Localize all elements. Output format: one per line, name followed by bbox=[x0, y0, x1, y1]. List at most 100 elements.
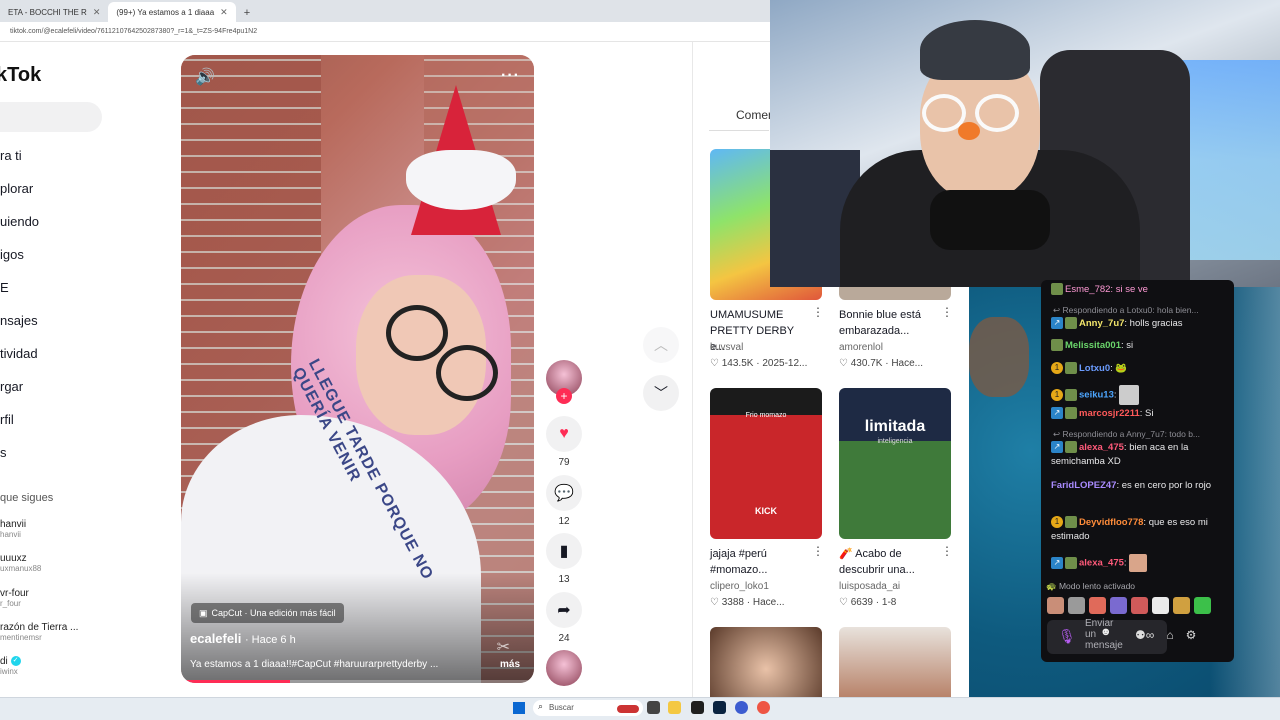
badge-icon bbox=[1065, 389, 1077, 401]
browser-tab-tiktok[interactable]: (99+) Ya estamos a 1 diaaa ✕ bbox=[108, 2, 236, 22]
microphone-icon[interactable]: 🎙 bbox=[1058, 628, 1076, 645]
sound-avatar[interactable] bbox=[546, 650, 582, 686]
store-icon[interactable]: ⌂ bbox=[1166, 628, 1173, 642]
follow-plus-icon[interactable]: + bbox=[556, 388, 572, 404]
video-thumbnail[interactable]: limitada inteligencia bbox=[839, 388, 951, 539]
nav-for-you[interactable]: ra ti bbox=[0, 148, 22, 163]
capcut-badge[interactable]: ▣ CapCut · Una edición más fácil bbox=[191, 603, 344, 623]
next-video-button[interactable]: ﹀ bbox=[643, 375, 679, 411]
badge-icon bbox=[1065, 441, 1077, 454]
emote-icon bbox=[1129, 554, 1148, 572]
video-player[interactable]: LLEGUE TARDE PORQUE NO QUERÍA VENIR 🔊 ··… bbox=[181, 55, 534, 683]
chat-user[interactable]: Deyvidfloo778 bbox=[1079, 517, 1143, 528]
previous-video-button[interactable]: ︿ bbox=[643, 327, 679, 363]
nav-explore[interactable]: plorar bbox=[0, 181, 33, 196]
video-author[interactable]: clipero_loko1 bbox=[710, 581, 769, 592]
save-button[interactable]: ▮ bbox=[546, 533, 582, 569]
following-account[interactable]: hanvii hanvii bbox=[0, 519, 100, 539]
emote-icon[interactable] bbox=[1110, 597, 1127, 614]
cam-glasses-filter bbox=[975, 94, 1019, 132]
nav-profile[interactable]: rfil bbox=[0, 412, 14, 427]
emote-icon[interactable] bbox=[1047, 597, 1064, 614]
more-caption-button[interactable]: más bbox=[500, 659, 520, 670]
new-tab-button[interactable]: + bbox=[236, 7, 258, 22]
more-options-icon[interactable]: ··· bbox=[501, 67, 520, 85]
emote-icon[interactable] bbox=[1152, 597, 1169, 614]
video-progress-bar[interactable] bbox=[181, 680, 534, 683]
following-account[interactable]: vr-four r_four bbox=[0, 588, 100, 608]
taskbar-app-icon[interactable] bbox=[691, 701, 704, 714]
chat-user[interactable]: Anny_7u7 bbox=[1079, 318, 1124, 329]
chat-user[interactable]: alexa_475 bbox=[1079, 442, 1124, 453]
video-author[interactable]: amorenlol bbox=[839, 342, 883, 353]
chat-message: ↗ alexa_475: bien aca en la semichamba XD bbox=[1051, 441, 1229, 469]
video-frame-glasses bbox=[386, 305, 448, 361]
file-explorer-icon[interactable] bbox=[668, 701, 681, 714]
more-vertical-icon[interactable]: ⋮ bbox=[941, 544, 953, 558]
chrome-icon[interactable] bbox=[757, 701, 770, 714]
close-icon[interactable]: ✕ bbox=[220, 7, 228, 18]
video-thumbnail[interactable] bbox=[710, 627, 822, 697]
nav-live[interactable]: E bbox=[0, 280, 9, 295]
video-frame-bow bbox=[406, 150, 516, 210]
following-account[interactable]: razón de Tierra ... mentinemsr bbox=[0, 622, 100, 642]
video-author[interactable]: kuvsval bbox=[710, 342, 743, 353]
video-author[interactable]: ecalefeli · Hace 6 h bbox=[190, 631, 296, 646]
tiktok-logo[interactable]: kTok bbox=[0, 64, 41, 87]
tab-comments[interactable]: Comen bbox=[736, 108, 775, 122]
nav-messages[interactable]: nsajes bbox=[0, 313, 38, 328]
heart-icon: ♥ bbox=[559, 425, 569, 442]
comment-button[interactable]: 💬 bbox=[546, 475, 582, 511]
chat-user[interactable]: marcosjr2211 bbox=[1079, 408, 1140, 419]
following-account[interactable]: uuuxz uxmanux88 bbox=[0, 553, 100, 573]
emoji-icon[interactable]: ☻ bbox=[1100, 626, 1112, 638]
video-author[interactable]: luisposada_ai bbox=[839, 581, 900, 592]
search-input[interactable] bbox=[0, 102, 102, 132]
chat-user[interactable]: Esme_782: si se ve bbox=[1065, 284, 1148, 295]
following-account[interactable]: di ✓ iwinx bbox=[0, 656, 100, 676]
more-vertical-icon[interactable]: ⋮ bbox=[812, 544, 824, 558]
chevron-up-icon: ︿ bbox=[654, 337, 668, 353]
task-view-icon[interactable] bbox=[647, 701, 660, 714]
account-name: vr-four bbox=[0, 588, 29, 599]
badge-icon: 1 bbox=[1051, 516, 1063, 529]
chat-user[interactable]: seiku13 bbox=[1079, 390, 1114, 401]
browser-tab-bocchi[interactable]: ETA - BOCCHI THE R ✕ bbox=[0, 2, 108, 22]
webcam-overlay bbox=[770, 0, 1280, 287]
discord-icon[interactable] bbox=[735, 701, 748, 714]
more-vertical-icon[interactable]: ⋮ bbox=[812, 305, 824, 319]
nav-more[interactable]: s bbox=[0, 445, 7, 460]
like-button[interactable]: ♥ bbox=[546, 416, 582, 452]
video-title[interactable]: 🧨 Acabo de descubrir una... bbox=[839, 546, 939, 578]
thumbnail-sub: inteligencia bbox=[877, 438, 913, 445]
video-thumbnail[interactable]: Frio momazo KICK bbox=[710, 388, 822, 539]
more-vertical-icon[interactable]: ⋮ bbox=[941, 305, 953, 319]
video-title[interactable]: Bonnie blue está embarazada... bbox=[839, 307, 939, 339]
windows-start-icon[interactable] bbox=[513, 702, 525, 714]
chat-text: : bbox=[1110, 363, 1113, 374]
emote-icon[interactable] bbox=[1173, 597, 1190, 614]
photoshop-icon[interactable] bbox=[713, 701, 726, 714]
chat-user[interactable]: Lotxu0 bbox=[1079, 363, 1110, 374]
close-icon[interactable]: ✕ bbox=[93, 7, 101, 18]
share-button[interactable]: ➦ bbox=[546, 592, 582, 628]
chat-user[interactable]: FaridLOPEZ47 bbox=[1051, 480, 1116, 491]
volume-icon[interactable]: 🔊 bbox=[195, 67, 215, 87]
following-accounts-header: que sigues bbox=[0, 492, 54, 504]
video-thumbnail[interactable] bbox=[839, 627, 951, 697]
emote-icon[interactable] bbox=[1089, 597, 1106, 614]
nav-friends[interactable]: igos bbox=[0, 247, 24, 262]
chat-user[interactable]: alexa_475 bbox=[1079, 558, 1124, 569]
emote-icon[interactable] bbox=[1131, 597, 1148, 614]
chat-user[interactable]: Melissita001 bbox=[1065, 340, 1121, 351]
emote-icon[interactable] bbox=[1068, 597, 1085, 614]
video-title[interactable]: jajaja #perú #momazo... bbox=[710, 546, 810, 578]
nav-upload[interactable]: rgar bbox=[0, 379, 23, 394]
nav-activity[interactable]: tividad bbox=[0, 346, 38, 361]
gear-icon[interactable]: ⚙ bbox=[1186, 628, 1197, 642]
address-bar[interactable]: tiktok.com/@ecalefeli/video/761121076425… bbox=[0, 22, 770, 42]
points-icon[interactable]: ⚉∞ bbox=[1135, 628, 1154, 642]
emote-icon[interactable] bbox=[1194, 597, 1211, 614]
nav-following[interactable]: uiendo bbox=[0, 214, 39, 229]
taskbar-app-icon[interactable] bbox=[617, 705, 639, 713]
